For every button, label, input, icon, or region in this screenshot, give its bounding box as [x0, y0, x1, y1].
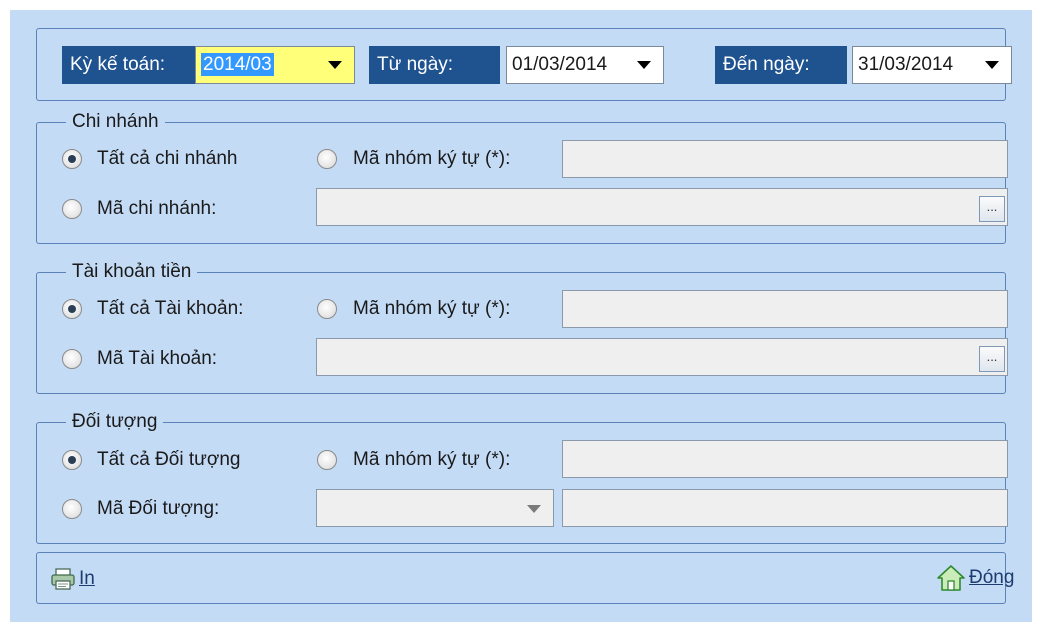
print-label: In — [79, 568, 95, 589]
to-date-picker[interactable]: 31/03/2014 — [852, 46, 1012, 84]
account-browse-button[interactable]: ... — [979, 346, 1005, 372]
print-button[interactable]: In — [50, 566, 95, 592]
chevron-down-icon[interactable] — [985, 61, 999, 69]
object-code-label: Mã Đối tượng: — [97, 498, 220, 519]
account-all-radio[interactable] — [62, 299, 82, 319]
object-group-radio[interactable] — [317, 450, 337, 470]
account-group-label: Mã nhóm ký tự (*): — [353, 298, 511, 319]
period-label: Kỳ kế toán: — [62, 46, 195, 84]
from-date-value: 01/03/2014 — [512, 54, 608, 75]
home-icon — [937, 565, 965, 591]
account-all-label: Tất cả Tài khoản: — [97, 298, 244, 319]
account-group-input[interactable] — [562, 290, 1008, 328]
account-fieldset-title: Tài khoản tiền — [66, 261, 198, 283]
chevron-down-icon[interactable] — [527, 505, 541, 513]
period-select[interactable]: 2014/03 — [195, 46, 355, 84]
branch-code-label: Mã chi nhánh: — [97, 198, 217, 219]
printer-icon — [51, 568, 75, 590]
branch-all-radio[interactable] — [62, 149, 82, 169]
branch-fieldset-title: Chi nhánh — [66, 111, 165, 133]
object-fieldset-title: Đối tượng — [66, 411, 164, 433]
branch-browse-button[interactable]: ... — [979, 196, 1005, 222]
account-code-radio[interactable] — [62, 349, 82, 369]
chevron-down-icon[interactable] — [637, 61, 651, 69]
object-group-input[interactable] — [562, 440, 1008, 478]
branch-group-input[interactable] — [562, 140, 1008, 178]
account-group-radio[interactable] — [317, 299, 337, 319]
object-all-radio[interactable] — [62, 450, 82, 470]
object-all-label: Tất cả Đối tượng — [97, 449, 241, 470]
to-date-value: 31/03/2014 — [858, 54, 954, 75]
from-date-picker[interactable]: 01/03/2014 — [506, 46, 664, 84]
branch-code-input[interactable]: ... — [316, 188, 1008, 226]
branch-all-label: Tất cả chi nhánh — [97, 148, 238, 169]
branch-group-radio[interactable] — [317, 149, 337, 169]
chevron-down-icon[interactable] — [328, 61, 342, 69]
object-group-label: Mã nhóm ký tự (*): — [353, 449, 511, 470]
report-filter-form: Kỳ kế toán: 2014/03 Từ ngày: 01/03/2014 … — [10, 10, 1032, 622]
object-code-radio[interactable] — [62, 499, 82, 519]
close-label: Đóng — [969, 567, 1015, 588]
footer-bar — [36, 552, 1006, 604]
from-date-label: Từ ngày: — [369, 46, 500, 84]
period-value: 2014/03 — [201, 53, 274, 76]
account-code-input[interactable]: ... — [316, 338, 1008, 376]
to-date-label: Đến ngày: — [715, 46, 847, 84]
object-code-select[interactable] — [316, 489, 554, 527]
close-button[interactable]: Đóng — [936, 564, 1014, 592]
branch-group-label: Mã nhóm ký tự (*): — [353, 148, 511, 169]
branch-code-radio[interactable] — [62, 199, 82, 219]
object-code-input[interactable] — [562, 489, 1008, 527]
account-code-label: Mã Tài khoản: — [97, 348, 218, 369]
